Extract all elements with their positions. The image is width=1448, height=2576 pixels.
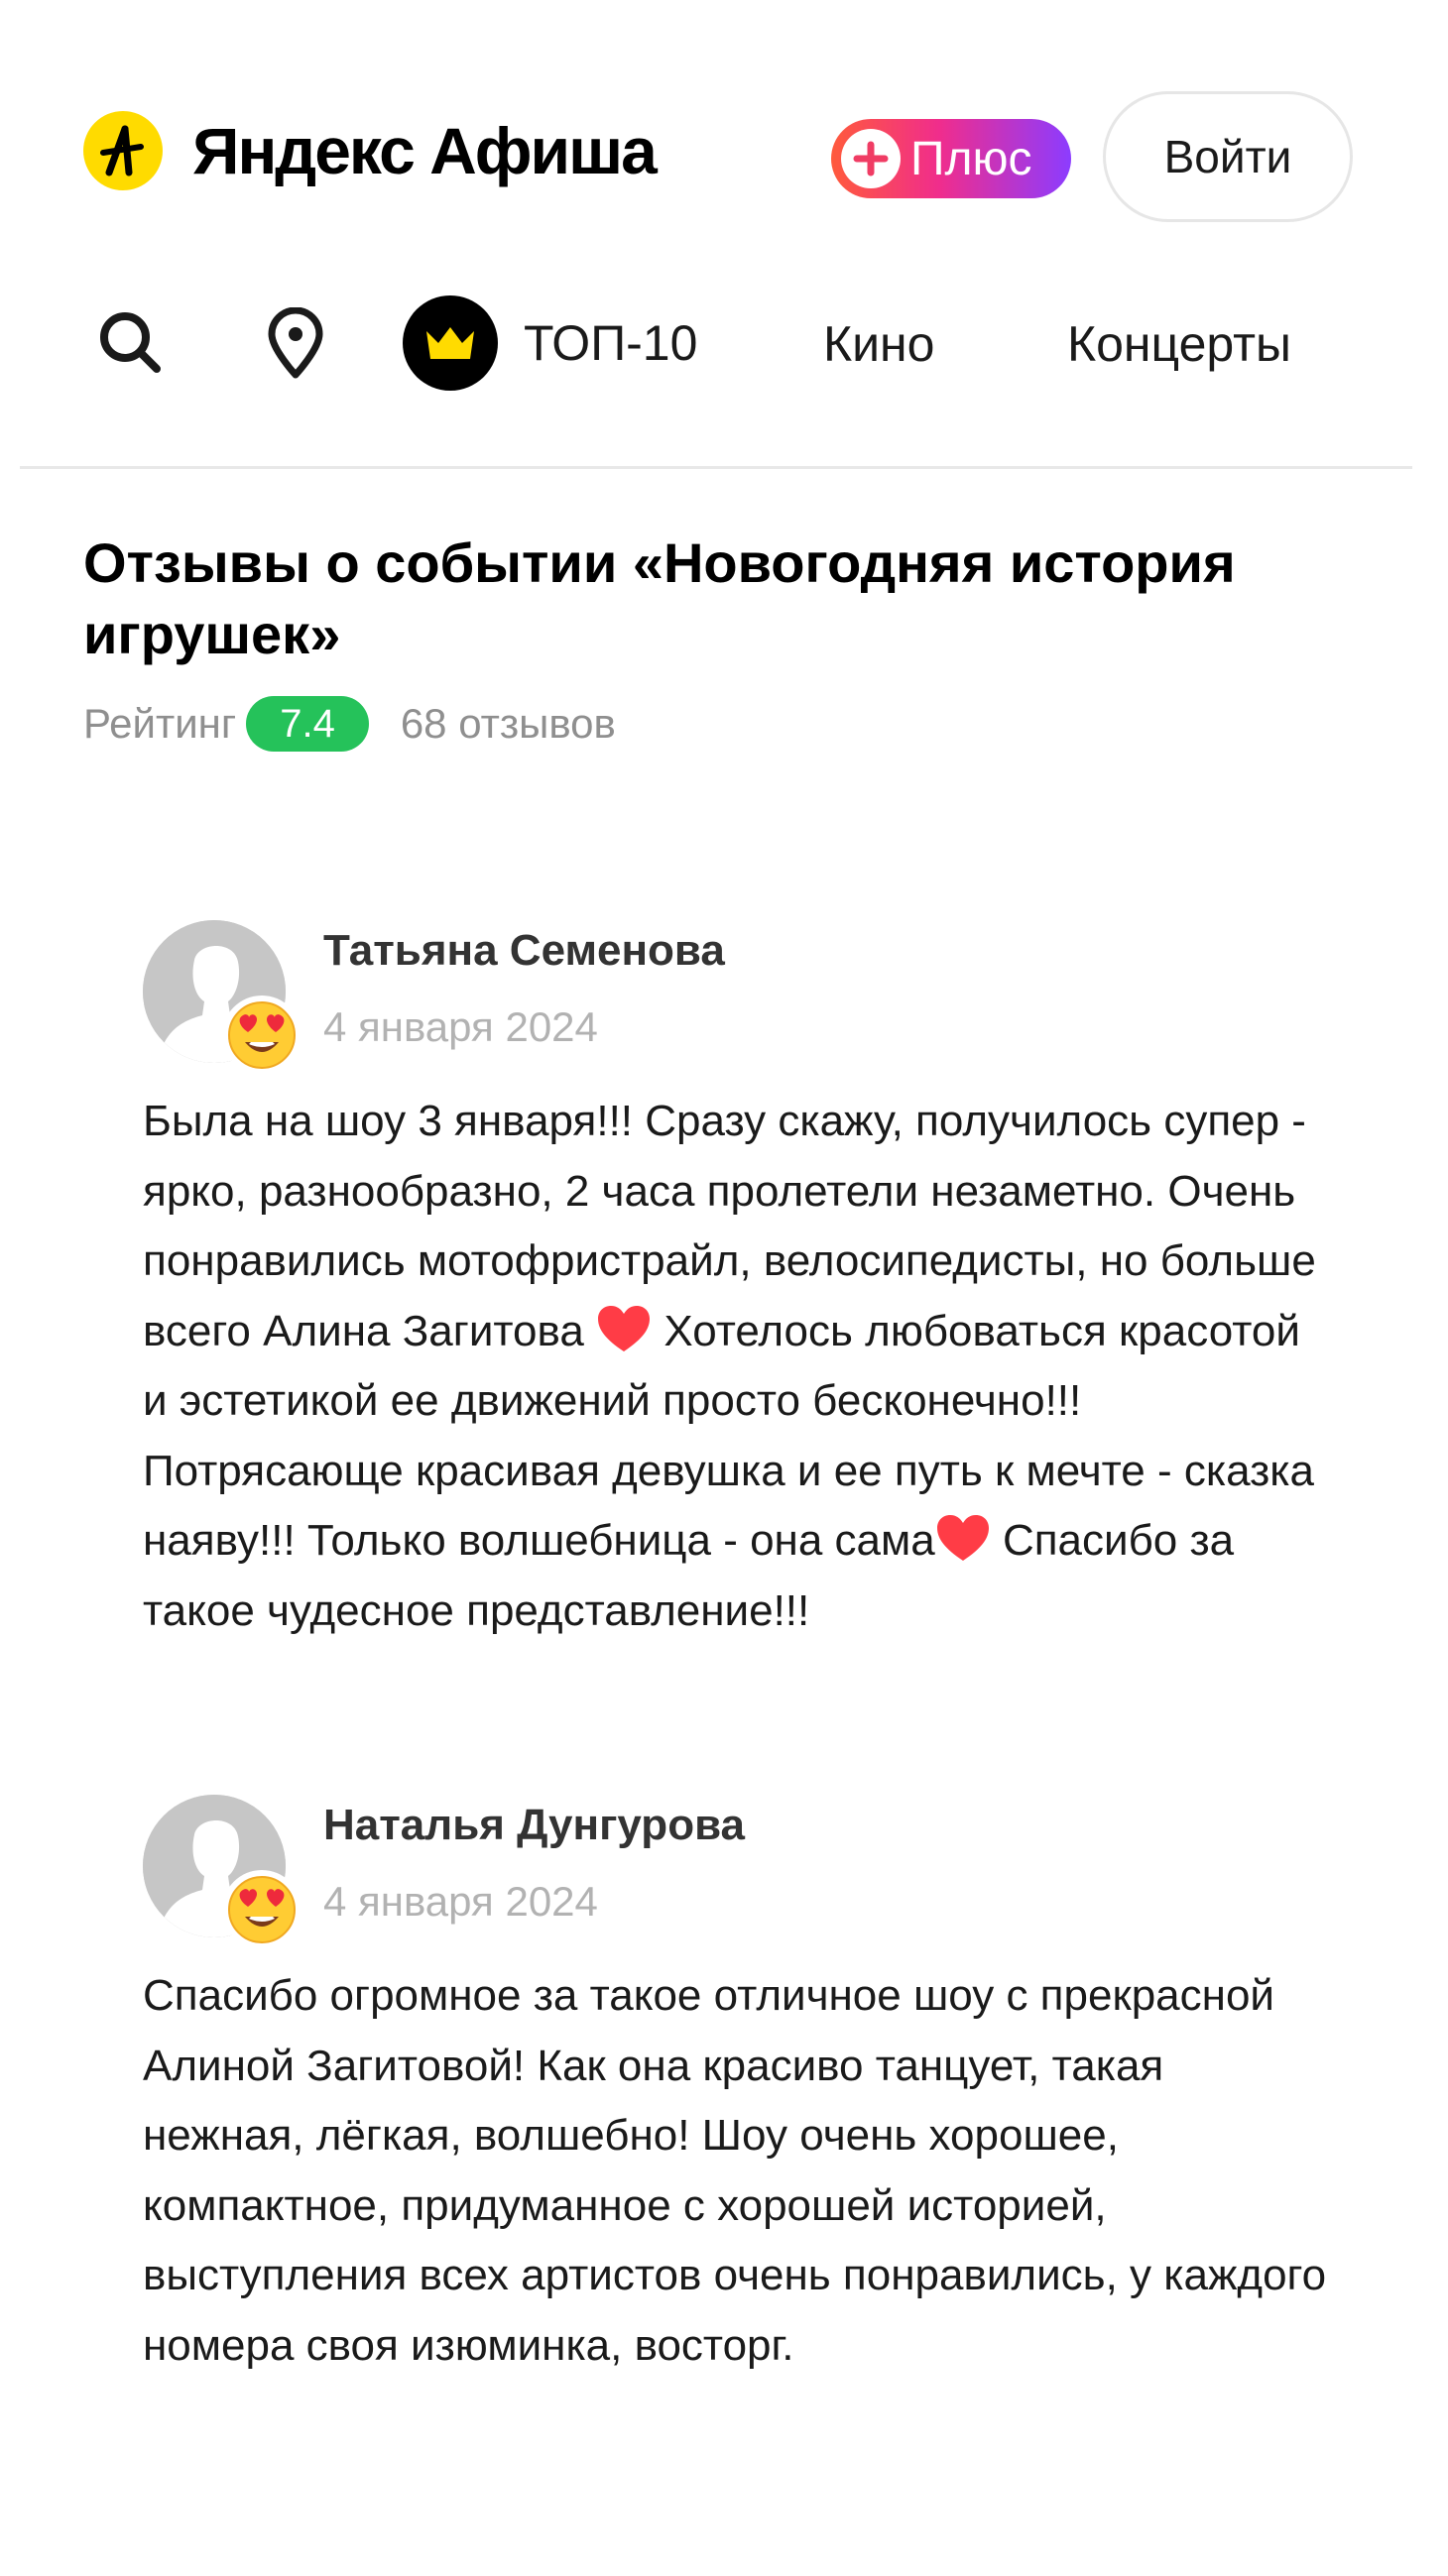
red-heart-emoji-icon bbox=[936, 1515, 989, 1561]
plus-icon bbox=[841, 129, 901, 188]
nav-concerts[interactable]: Концерты bbox=[1067, 315, 1291, 373]
rating-label: Рейтинг bbox=[83, 700, 237, 747]
logo-text: Яндекс Афиша bbox=[192, 114, 658, 187]
heart-eyes-emoji-icon bbox=[222, 1870, 302, 1949]
review-date: 4 января 2024 bbox=[323, 1003, 598, 1050]
page-title: Отзывы о событии «Новогодняя история игр… bbox=[83, 531, 1236, 665]
nav-kino[interactable]: Кино bbox=[823, 315, 934, 373]
plus-label: Плюс bbox=[910, 132, 1032, 185]
header: Яндекс Афиша Плюс Войти bbox=[0, 0, 1448, 297]
review-text: Была на шоу 3 января!!! Сразу скажу, пол… bbox=[143, 1087, 1333, 1646]
nav-top10[interactable]: ТОП-10 bbox=[403, 295, 697, 391]
location-pin-icon[interactable] bbox=[266, 306, 325, 379]
review-author[interactable]: Татьяна Семенова bbox=[323, 926, 725, 976]
reviews-count[interactable]: 68 отзывов bbox=[401, 700, 616, 748]
search-icon[interactable] bbox=[95, 307, 165, 377]
plus-button[interactable]: Плюс bbox=[831, 119, 1071, 198]
review-author[interactable]: Наталья Дунгурова bbox=[323, 1801, 745, 1850]
red-heart-emoji-icon bbox=[598, 1305, 651, 1351]
afisha-logo-icon bbox=[83, 111, 163, 190]
review-date: 4 января 2024 bbox=[323, 1878, 598, 1925]
login-button[interactable]: Войти bbox=[1103, 91, 1353, 222]
rating-row: Рейтинг 7.4 68 отзывов bbox=[83, 696, 616, 752]
crown-icon bbox=[403, 295, 498, 391]
review-text: Спасибо огромное за такое отличное шоу с… bbox=[143, 1971, 1327, 2370]
header-divider bbox=[20, 466, 1412, 469]
heart-eyes-emoji-icon bbox=[222, 995, 302, 1075]
nav-top10-label: ТОП-10 bbox=[524, 315, 698, 371]
logo-link[interactable]: Яндекс Афиша bbox=[83, 111, 658, 190]
rating-badge: 7.4 bbox=[246, 696, 369, 752]
